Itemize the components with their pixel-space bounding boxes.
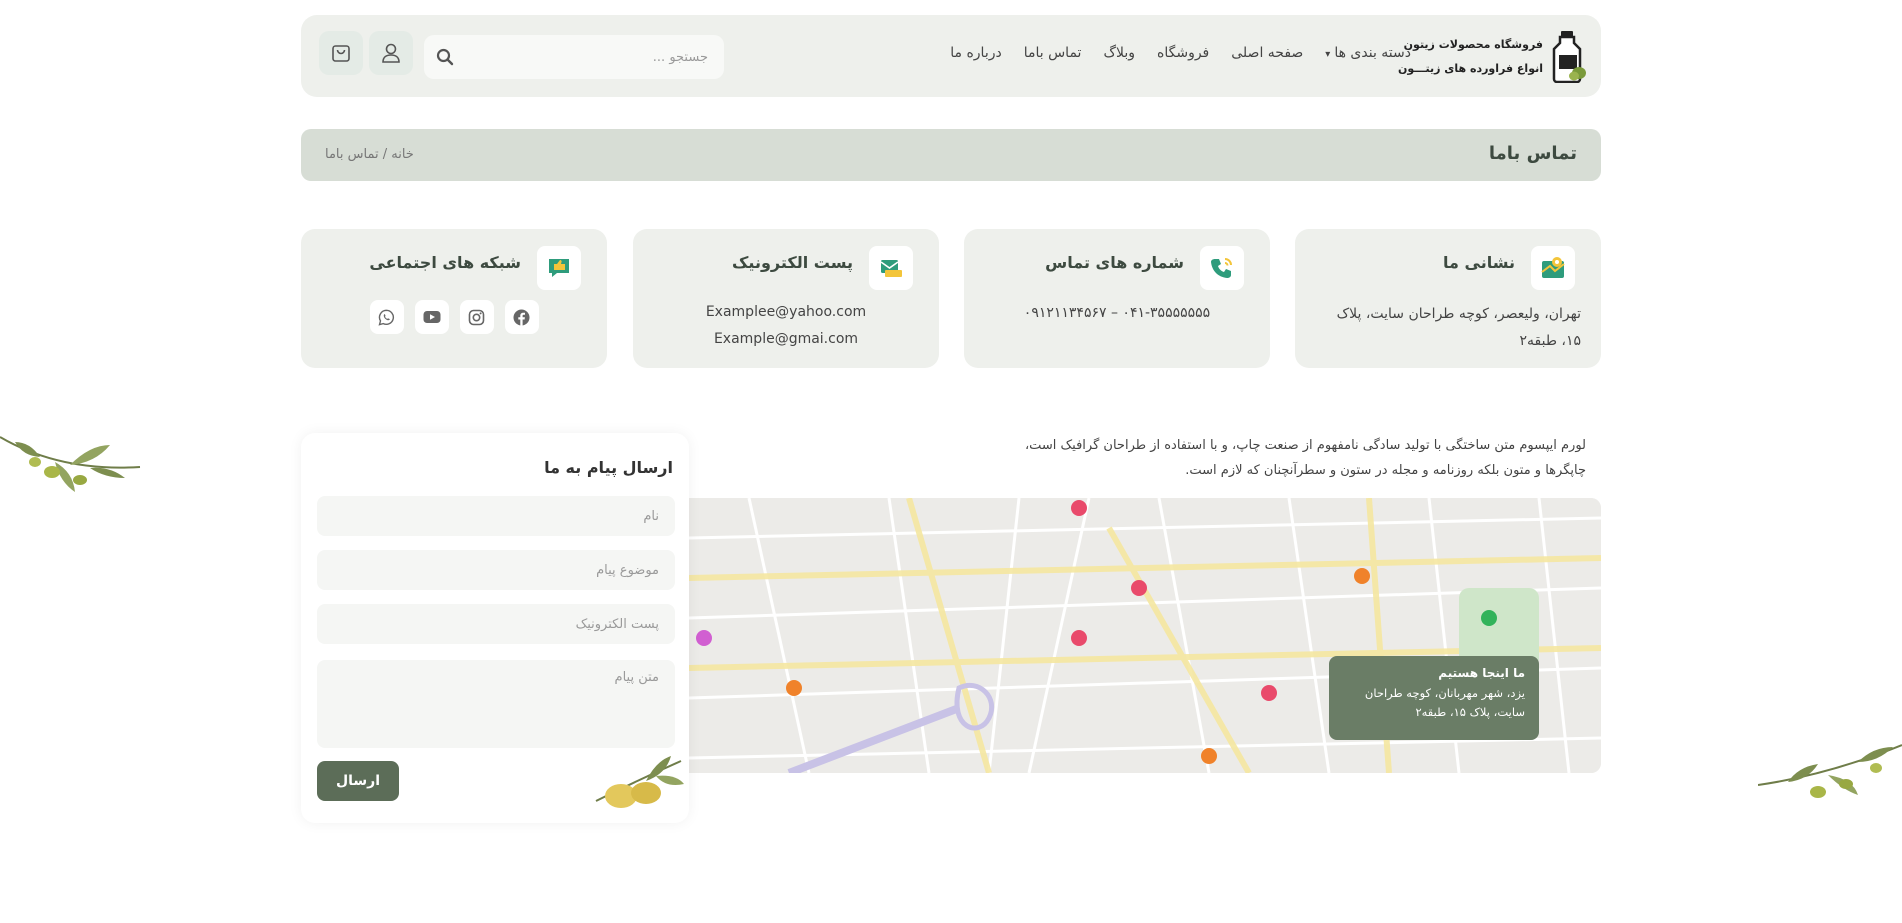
phone-title: شماره های تماس <box>1045 253 1184 272</box>
instagram-link[interactable] <box>459 300 494 334</box>
address-text: تهران، ولیعصر، کوچه طراحان سایت، پلاک ۱۵… <box>1336 306 1581 349</box>
form-title: ارسال پیام به ما <box>544 458 673 477</box>
email-card: پست الکترونیک Examplee@yahoo.com Example… <box>633 229 939 368</box>
page-title: تماس باما <box>1488 143 1577 164</box>
address-icon-box <box>1531 246 1575 290</box>
olive-branch-icon <box>0 436 141 492</box>
logo-title: فروشگاه محصولات زیتون <box>1403 38 1543 51</box>
address-title: نشانی ما <box>1443 253 1515 272</box>
breadcrumb[interactable]: خانه / تماس باما <box>325 147 414 162</box>
email-address[interactable]: Example@gmai.com <box>653 326 919 353</box>
phone-icon-box <box>1200 246 1244 290</box>
user-icon <box>382 43 400 63</box>
chevron-down-icon: ▾ <box>1325 49 1331 60</box>
facebook-link[interactable] <box>504 300 539 334</box>
subject-field[interactable] <box>317 550 675 590</box>
nav-about[interactable]: درباره ما <box>950 45 1001 61</box>
whatsapp-icon <box>378 309 395 326</box>
email-field[interactable] <box>317 604 675 644</box>
youtube-link[interactable] <box>414 300 449 334</box>
email-list: Examplee@yahoo.com Example@gmai.com <box>653 299 919 353</box>
address-card: نشانی ما تهران، ولیعصر، کوچه طراحان سایت… <box>1295 229 1601 368</box>
facebook-icon <box>513 309 530 325</box>
nav-blog[interactable]: وبلاگ <box>1103 45 1135 61</box>
instagram-icon <box>468 309 485 325</box>
social-card: شبکه های اجتماعی <box>301 229 607 368</box>
contact-description: لورم ایپسوم متن ساختگی با تولید سادگی نا… <box>1024 438 1586 478</box>
nav-categories-label: دسته بندی ها <box>1334 45 1411 61</box>
map-location-tooltip: ما اینجا هستیم یزد، شهر مهربانان، کوچه ط… <box>1329 656 1539 740</box>
cart-button[interactable] <box>319 31 363 75</box>
map-icon <box>1541 257 1565 278</box>
phone-icon <box>1211 258 1232 278</box>
page-title-bar: تماس باما خانه / تماس باما <box>301 129 1601 181</box>
tooltip-title: ما اینجا هستیم <box>1438 666 1525 680</box>
olive-oil-bottle-icon <box>1552 31 1586 83</box>
search-box <box>424 35 724 79</box>
nav-home[interactable]: صفحه اصلی <box>1231 45 1303 61</box>
nav-contact[interactable]: تماس باما <box>1024 45 1082 61</box>
contact-form: ارسال پیام به ما ارسال <box>301 433 689 823</box>
logo-subtitle: انواع فراورده های زیتـــون <box>1397 62 1543 75</box>
social-links <box>301 300 607 334</box>
chat-like-icon <box>549 259 569 277</box>
youtube-icon <box>423 311 440 323</box>
nav-shop[interactable]: فروشگاه <box>1157 45 1209 61</box>
tooltip-address: یزد، شهر مهربانان، کوچه طراحان سایت، پلا… <box>1364 686 1525 719</box>
account-button[interactable] <box>369 31 413 75</box>
social-title: شبکه های اجتماعی <box>369 253 521 272</box>
phone-numbers[interactable]: ۰۴۱-۳۵۵۵۵۵۵۵ – ۰۹۱۲۱۱۳۴۵۶۷ <box>984 300 1250 327</box>
email-icon-box <box>869 246 913 290</box>
phone-card: شماره های تماس ۰۴۱-۳۵۵۵۵۵۵۵ – ۰۹۱۲۱۱۳۴۵۶… <box>964 229 1270 368</box>
email-title: پست الکترونیک <box>732 253 853 272</box>
whatsapp-link[interactable] <box>369 300 404 334</box>
search-icon[interactable] <box>436 48 454 66</box>
name-field[interactable] <box>317 496 675 536</box>
nav-categories[interactable]: دسته بندی ها▾ <box>1325 45 1411 61</box>
site-logo[interactable]: فروشگاه محصولات زیتون انواع فراورده های … <box>1398 29 1587 87</box>
shopping-bag-icon <box>332 45 350 62</box>
main-nav: دسته بندی ها▾ صفحه اصلی فروشگاه وبلاگ تم… <box>928 45 1411 61</box>
location-map[interactable]: ما اینجا هستیم یزد، شهر مهربانان، کوچه ط… <box>689 498 1601 773</box>
email-address[interactable]: Examplee@yahoo.com <box>653 299 919 326</box>
olive-branch-icon <box>1758 744 1902 798</box>
submit-button[interactable]: ارسال <box>317 761 399 801</box>
mail-icon <box>880 260 902 277</box>
site-header: فروشگاه محصولات زیتون انواع فراورده های … <box>301 15 1601 97</box>
olive-branch-icon <box>595 756 684 808</box>
search-input[interactable] <box>474 35 724 79</box>
social-icon-box <box>537 246 581 290</box>
message-field[interactable] <box>317 660 675 748</box>
